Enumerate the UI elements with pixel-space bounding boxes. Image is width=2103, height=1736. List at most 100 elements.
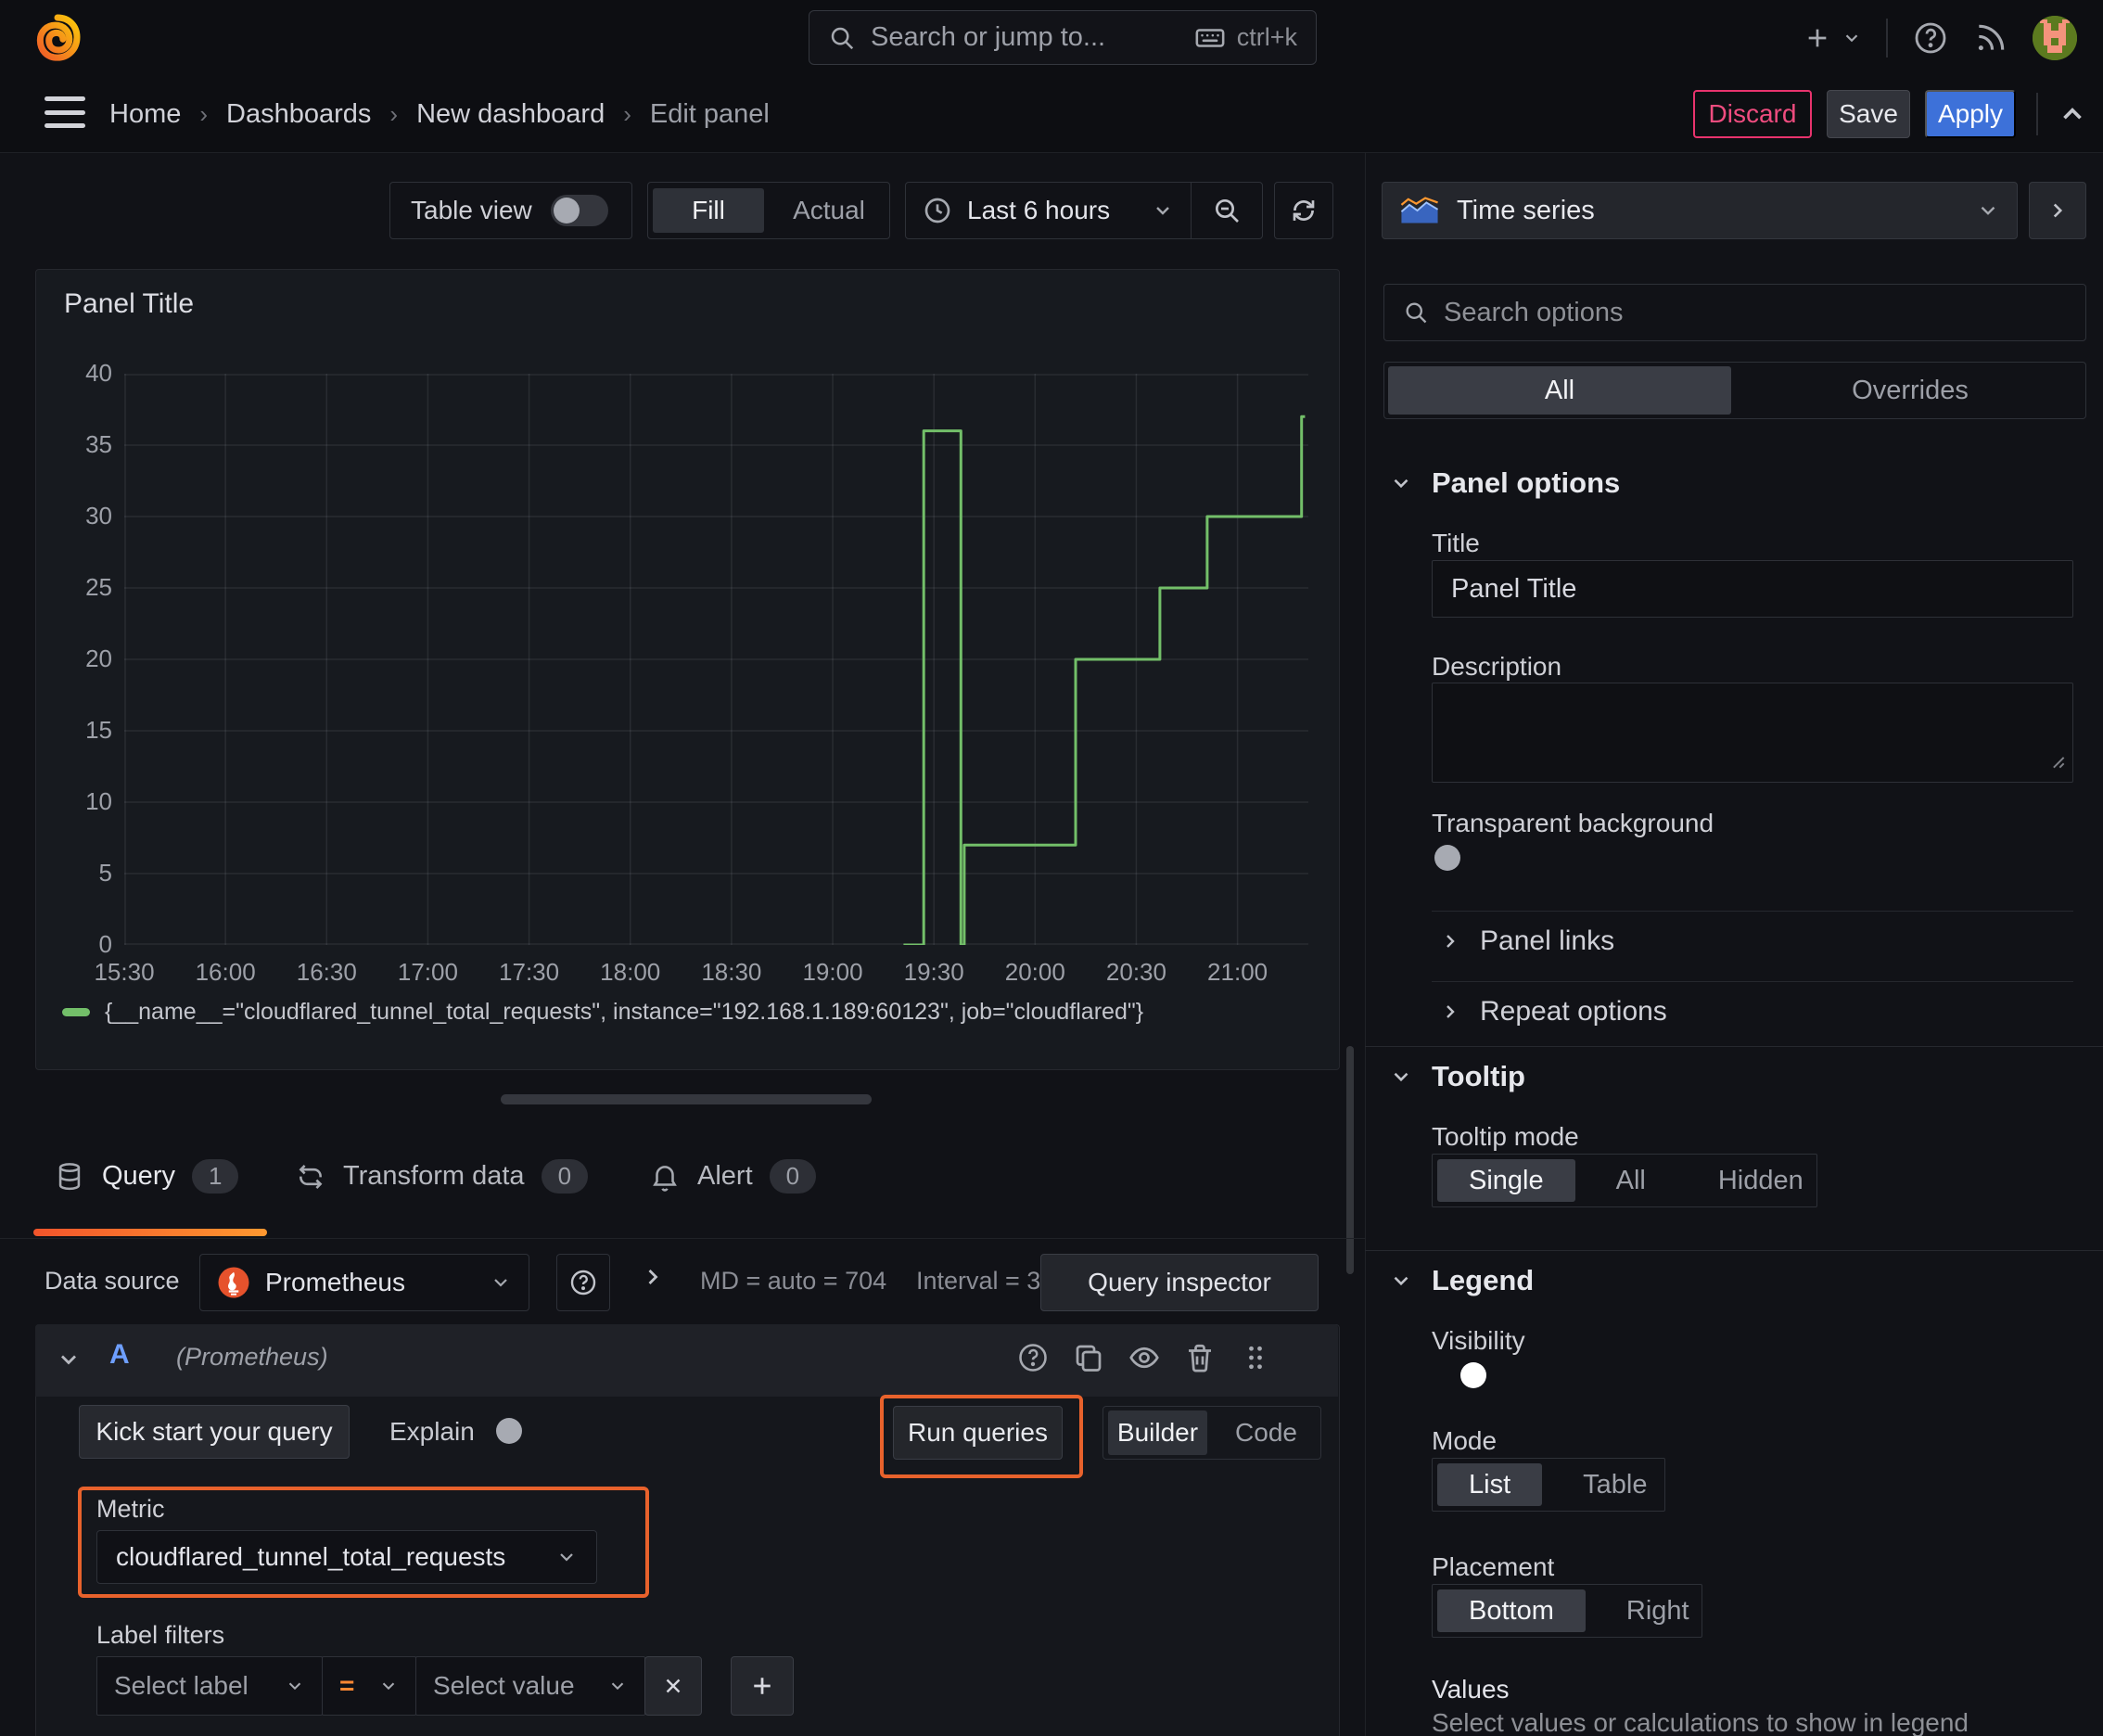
- options-search-field[interactable]: Search options: [1383, 284, 2086, 341]
- tab-alert[interactable]: Alert 0: [649, 1159, 817, 1194]
- delete-query-icon[interactable]: [1183, 1341, 1217, 1374]
- chevron-down-icon: [285, 1676, 305, 1696]
- add-button[interactable]: [1803, 23, 1862, 53]
- tab-query[interactable]: Query 1: [54, 1159, 239, 1194]
- select-label-dropdown[interactable]: Select label: [96, 1656, 323, 1716]
- panel-title-input[interactable]: [1432, 560, 2073, 618]
- table-view-control: Table view: [389, 182, 632, 239]
- metric-select[interactable]: cloudflared_tunnel_total_requests: [96, 1530, 597, 1584]
- save-button[interactable]: Save: [1827, 90, 1910, 138]
- add-filter-button[interactable]: [731, 1656, 794, 1716]
- operator-dropdown[interactable]: =: [322, 1656, 416, 1716]
- x-tick-label: 20:30: [1105, 958, 1166, 986]
- legend-section-header[interactable]: Legend: [1389, 1264, 1534, 1297]
- query-ref-id[interactable]: A: [109, 1339, 130, 1371]
- zoom-out-time-button[interactable]: [1191, 183, 1262, 238]
- breadcrumb-home[interactable]: Home: [109, 99, 181, 130]
- datasource-help-button[interactable]: [556, 1254, 610, 1311]
- chart-legend: {__name__="cloudflared_tunnel_total_requ…: [62, 999, 1143, 1026]
- query-inspector-button[interactable]: Query inspector: [1040, 1254, 1319, 1311]
- options-filter-tabs: All Overrides: [1383, 362, 2086, 419]
- legend-mode-table[interactable]: Table: [1551, 1463, 1678, 1506]
- panel-options-section-header[interactable]: Panel options: [1389, 466, 1620, 500]
- datasource-picker[interactable]: Prometheus: [199, 1254, 529, 1311]
- legend-placement-right[interactable]: Right: [1595, 1589, 1721, 1632]
- user-avatar[interactable]: [2033, 15, 2077, 60]
- tab-transform-data[interactable]: Transform data 0: [295, 1159, 589, 1194]
- chevron-down-icon: [555, 1546, 578, 1568]
- chart-plot[interactable]: [124, 374, 1308, 945]
- tab-query-label: Query: [102, 1161, 175, 1191]
- select-value-placeholder: Select value: [433, 1671, 575, 1700]
- remove-filter-button[interactable]: [644, 1656, 702, 1716]
- time-range-picker[interactable]: Last 6 hours: [905, 182, 1263, 239]
- legend-heading: Legend: [1432, 1264, 1535, 1296]
- hide-query-icon[interactable]: [1128, 1341, 1161, 1374]
- actual-option[interactable]: Actual: [773, 188, 885, 233]
- collapse-query-icon[interactable]: [56, 1347, 82, 1372]
- chevron-down-icon: [607, 1676, 628, 1696]
- run-queries-button[interactable]: Run queries: [893, 1406, 1063, 1460]
- tooltip-section-header[interactable]: Tooltip: [1389, 1060, 1525, 1093]
- max-datapoints-stat: MD = auto = 704: [700, 1267, 887, 1295]
- repeat-options-label: Repeat options: [1480, 996, 1667, 1027]
- panel-title[interactable]: Panel Title: [64, 288, 194, 320]
- legend-mode-label: Mode: [1432, 1426, 1498, 1455]
- search-bar[interactable]: Search or jump to... ctrl+k: [809, 10, 1317, 65]
- description-textarea[interactable]: [1432, 683, 2073, 783]
- search-icon: [828, 24, 856, 52]
- transparent-background-label: Transparent background: [1432, 809, 1714, 837]
- fill-option[interactable]: Fill: [653, 188, 764, 233]
- news-icon[interactable]: [1973, 20, 2008, 56]
- tooltip-mode-switch: Single All Hidden: [1432, 1154, 1817, 1207]
- time-series-icon: [1399, 196, 1440, 225]
- tooltip-mode-all[interactable]: All: [1585, 1159, 1677, 1202]
- toggle-viz-picker-button[interactable]: [2029, 182, 2086, 239]
- x-tick-label: 19:00: [802, 958, 863, 986]
- builder-option[interactable]: Builder: [1108, 1410, 1207, 1455]
- tooltip-mode-label: Tooltip mode: [1432, 1122, 1579, 1151]
- resize-handle-icon[interactable]: [2044, 747, 2068, 772]
- table-view-label: Table view: [411, 196, 532, 224]
- legend-placement-bottom[interactable]: Bottom: [1437, 1589, 1586, 1632]
- help-icon[interactable]: [1912, 19, 1949, 57]
- x-tick-label: 17:00: [397, 958, 458, 986]
- menu-toggle-icon[interactable]: [45, 96, 85, 128]
- panel-links-section[interactable]: Panel links: [1439, 925, 1614, 957]
- query-help-icon[interactable]: [1016, 1341, 1050, 1374]
- x-tick-label: 20:00: [1004, 958, 1065, 986]
- discard-button[interactable]: Discard: [1693, 90, 1812, 138]
- panel-resize-handle[interactable]: [501, 1094, 872, 1104]
- legend-mode-list[interactable]: List: [1437, 1463, 1543, 1506]
- tooltip-mode-single[interactable]: Single: [1437, 1159, 1575, 1202]
- tab-transform-label: Transform data: [343, 1161, 525, 1191]
- duplicate-query-icon[interactable]: [1072, 1341, 1105, 1374]
- select-value-dropdown[interactable]: Select value: [415, 1656, 645, 1716]
- repeat-options-section[interactable]: Repeat options: [1439, 996, 1667, 1028]
- code-option[interactable]: Code: [1217, 1410, 1316, 1455]
- drag-handle-icon[interactable]: [1239, 1341, 1272, 1374]
- legend-series-name[interactable]: {__name__="cloudflared_tunnel_total_requ…: [105, 999, 1143, 1026]
- metric-label: Metric: [96, 1495, 165, 1523]
- options-divider: [1432, 981, 2073, 982]
- time-range-label: Last 6 hours: [967, 196, 1111, 224]
- table-view-toggle[interactable]: [550, 195, 608, 226]
- tooltip-mode-hidden[interactable]: Hidden: [1687, 1159, 1835, 1202]
- expand-stats-icon[interactable]: [640, 1264, 666, 1290]
- tab-overrides[interactable]: Overrides: [1739, 366, 2082, 415]
- apply-button[interactable]: Apply: [1925, 90, 2016, 138]
- legend-series-swatch[interactable]: [62, 1008, 90, 1016]
- breadcrumb-dashboards[interactable]: Dashboards: [226, 99, 371, 130]
- clock-icon: [923, 196, 952, 225]
- legend-mode-switch: List Table: [1432, 1458, 1665, 1512]
- collapse-options-icon[interactable]: [2057, 98, 2088, 130]
- kick-start-query-button[interactable]: Kick start your query: [79, 1405, 350, 1459]
- visualization-picker[interactable]: Time series: [1382, 182, 2018, 239]
- y-tick-label: 5: [98, 859, 112, 887]
- tab-all[interactable]: All: [1388, 366, 1731, 415]
- panel-links-label: Panel links: [1480, 925, 1615, 956]
- y-tick-label: 35: [85, 430, 112, 458]
- refresh-button[interactable]: [1274, 182, 1333, 239]
- breadcrumb-new-dashboard[interactable]: New dashboard: [416, 99, 605, 130]
- grafana-logo-icon[interactable]: [32, 11, 83, 63]
